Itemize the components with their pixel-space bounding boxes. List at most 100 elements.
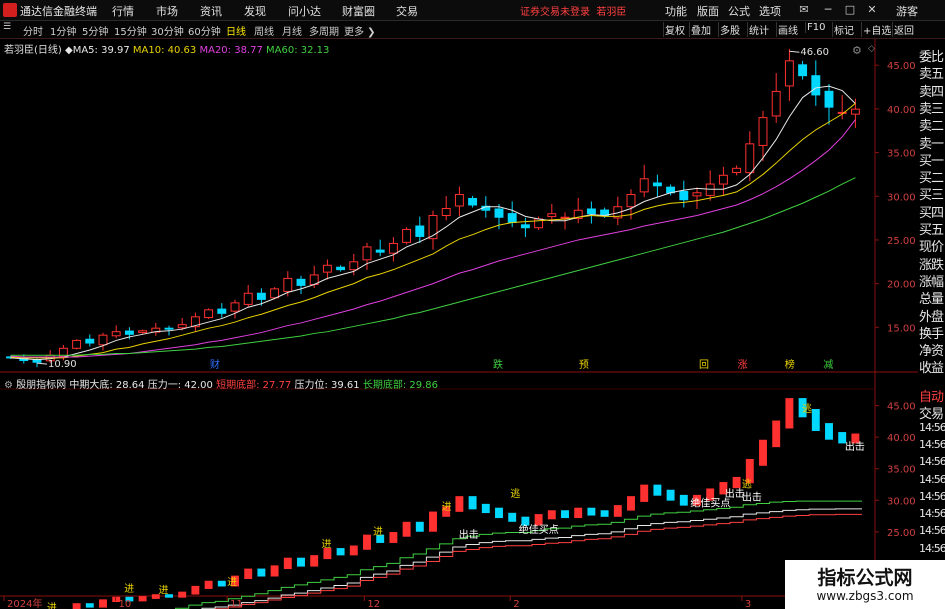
side-panel-tab[interactable]: 交易: [919, 403, 944, 422]
candle-body: [256, 292, 266, 300]
maximize-icon[interactable]: □: [842, 2, 858, 17]
ma-line-ma60: [10, 177, 856, 356]
candle-body: [718, 174, 728, 185]
btn-huaxian[interactable]: 画线: [776, 22, 799, 37]
signal-bar: [402, 521, 411, 537]
side-panel-tab[interactable]: 自动: [919, 386, 944, 405]
side-panel-item[interactable]: 收益: [919, 357, 944, 376]
candle-body: [626, 194, 636, 208]
btn-add-favorite[interactable]: +自选: [861, 22, 892, 37]
side-panel-item[interactable]: 外盘: [919, 306, 944, 325]
side-panel-item[interactable]: 委比: [919, 46, 944, 65]
kline-chart-area[interactable]: 45.00 40.00 35.00 30.00 25.00 20.00 15.00 45.00…: [0, 39, 918, 609]
tab-monthly[interactable]: 月线: [282, 23, 302, 38]
watermark-title: 指标公式网: [817, 567, 913, 589]
signal-bar: [389, 532, 398, 543]
side-panel-item[interactable]: 总量: [919, 288, 944, 307]
signal-bar: [270, 565, 279, 577]
tab-5min[interactable]: 5分钟: [82, 23, 108, 38]
candle-body: [520, 224, 530, 229]
candle-body: [837, 111, 847, 114]
btn-tongji[interactable]: 统计: [747, 22, 770, 37]
user-label[interactable]: 游客: [896, 3, 918, 19]
side-panel-item[interactable]: 买五: [919, 219, 944, 238]
signal-bar: [429, 511, 437, 532]
event-label: 预: [579, 359, 589, 371]
side-panel-item[interactable]: 买三: [919, 184, 944, 203]
tab-weekly[interactable]: 周线: [254, 23, 274, 38]
tab-daily[interactable]: 日线: [226, 23, 246, 38]
message-icon[interactable]: ✉: [796, 2, 812, 17]
menu-hangqing[interactable]: 行情: [112, 3, 134, 19]
trade-time: 14:56: [919, 489, 945, 503]
candle-body: [72, 339, 82, 349]
candle-body: [758, 117, 768, 146]
event-label: 回: [699, 359, 709, 371]
indicator-legend: ⚙ 殷朋指标网 中期大底: 28.64 压力一: 42.00 短期底部: 27.…: [4, 376, 438, 391]
tab-fenshi[interactable]: 分时: [23, 23, 43, 38]
btn-diejia[interactable]: 叠加: [689, 22, 712, 37]
candle-body: [679, 190, 689, 201]
menu-gongshi[interactable]: 公式: [728, 3, 750, 19]
menu-wenxiaoda[interactable]: 问小达: [288, 3, 321, 19]
x-tick-label: 10: [119, 599, 132, 609]
btn-fuquan[interactable]: 复权: [663, 22, 686, 37]
signal-label: 进: [227, 577, 237, 589]
collapse-icon[interactable]: ◇: [868, 44, 875, 54]
side-panel-item[interactable]: 卖五: [919, 63, 944, 82]
menu-zixun[interactable]: 资讯: [200, 3, 222, 19]
side-panel-item[interactable]: 现价: [919, 236, 944, 255]
side-panel-item[interactable]: 卖一: [919, 133, 944, 152]
btn-f10[interactable]: F10: [805, 22, 826, 33]
tab-1min[interactable]: 1分钟: [50, 23, 76, 38]
candle-body: [98, 334, 108, 346]
side-panel-item[interactable]: 涨跌: [919, 254, 944, 273]
menu-caifuquan[interactable]: 财富圈: [342, 3, 375, 19]
btn-back[interactable]: 返回: [892, 22, 915, 37]
x-tick-label: 11: [230, 599, 243, 609]
signal-bar: [811, 409, 820, 431]
trade-time: 14:56: [919, 472, 945, 486]
menu-xuanxiang[interactable]: 选项: [759, 3, 781, 19]
candle-body: [468, 197, 478, 206]
sub-y-tick-label: 30.00: [887, 496, 916, 507]
signal-label: 绝佳买点: [519, 523, 559, 536]
legend-ma20: MA20: 38.77: [199, 45, 263, 56]
stock-title: 若羽臣(日线): [4, 45, 62, 56]
side-panel-item[interactable]: 涨幅: [919, 271, 944, 290]
toolbar-menu-icon[interactable]: ☰: [3, 22, 11, 32]
btn-biaoji[interactable]: 标记: [832, 22, 855, 37]
tab-15min[interactable]: 15分钟: [114, 23, 147, 38]
signal-bar: [455, 496, 464, 512]
trade-time: 14:56: [919, 507, 945, 521]
menu-banmian[interactable]: 版面: [697, 3, 719, 19]
candle-body: [388, 242, 398, 254]
side-panel-item[interactable]: 换手: [919, 323, 944, 342]
close-icon[interactable]: ✕: [864, 2, 880, 17]
menu-shichang[interactable]: 市场: [156, 3, 178, 19]
tab-more[interactable]: 更多 ❯: [344, 23, 376, 38]
menu-jiaoyi[interactable]: 交易: [396, 3, 418, 19]
signal-label: 进: [124, 583, 134, 595]
tab-60min[interactable]: 60分钟: [188, 23, 221, 38]
signal-label: 逃: [510, 487, 520, 500]
side-panel-item[interactable]: 买二: [919, 167, 944, 186]
side-panel-item[interactable]: 买四: [919, 202, 944, 221]
menu-gongneng[interactable]: 功能: [665, 3, 687, 19]
tab-30min[interactable]: 30分钟: [151, 23, 184, 38]
btn-duogu[interactable]: 多股: [718, 22, 741, 37]
menu-faxian[interactable]: 发现: [244, 3, 266, 19]
side-panel-item[interactable]: 卖二: [919, 115, 944, 134]
x-tick-label: 3: [745, 599, 751, 609]
side-panel-item[interactable]: 买一: [919, 150, 944, 169]
minimize-icon[interactable]: ─: [820, 2, 836, 17]
signal-label: 进: [373, 526, 383, 538]
side-panel-item[interactable]: 卖四: [919, 81, 944, 100]
side-panel-item[interactable]: 净资: [919, 340, 944, 359]
signal-bar: [666, 489, 675, 501]
legend-ma5: MA5: 39.97: [72, 45, 130, 56]
tab-multi-period[interactable]: 多周期: [309, 23, 339, 38]
settings-icon[interactable]: ⚙: [852, 44, 862, 57]
side-panel-item[interactable]: 卖三: [919, 98, 944, 117]
signal-bar: [99, 599, 107, 608]
